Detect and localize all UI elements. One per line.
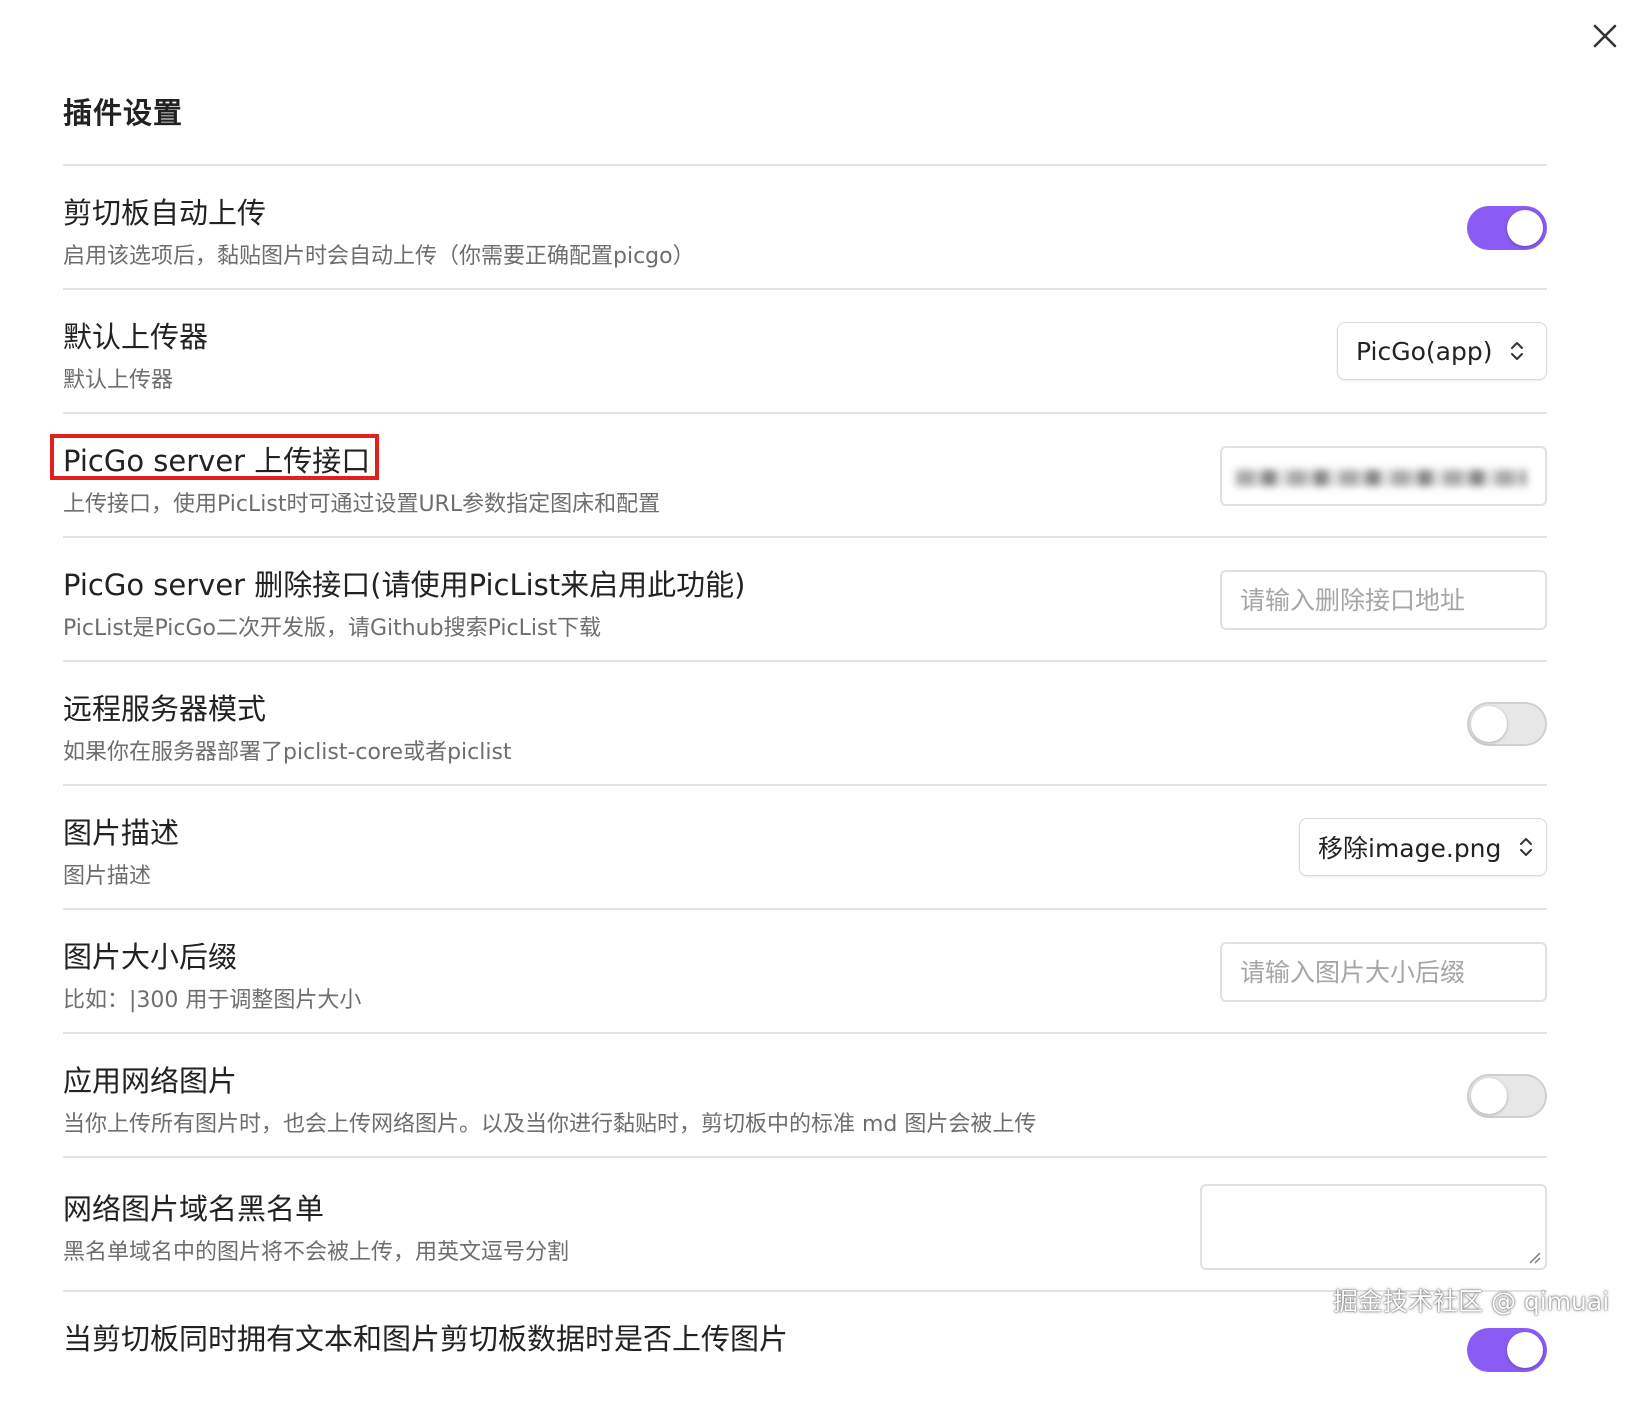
setting-description: 当你上传所有图片时，也会上传网络图片。以及当你进行黏贴时，剪切板中的标准 md … (63, 1112, 1037, 1137)
setting-name: 当剪切板同时拥有文本和图片剪切板数据时是否上传图片 (63, 1322, 789, 1356)
setting-upload-endpoint: PicGo server 上传接口 上传接口，使用PicList时可通过设置UR… (63, 412, 1547, 536)
setting-network-image-blacklist: 网络图片域名黑名单 黑名单域名中的图片将不会被上传，用英文逗号分割 (63, 1156, 1547, 1290)
setting-image-description: 图片描述 图片描述 移除image.png (63, 784, 1547, 908)
setting-clipboard-auto-upload: 剪切板自动上传 启用该选项后，黏贴图片时会自动上传（你需要正确配置picgo） (63, 164, 1547, 288)
setting-name: 图片大小后缀 (63, 940, 238, 974)
apply-network-images-toggle[interactable] (1467, 1074, 1547, 1118)
setting-description: 默认上传器 (63, 368, 174, 393)
setting-name: 默认上传器 (63, 320, 209, 354)
image-size-suffix-input[interactable] (1220, 942, 1547, 1002)
setting-name: PicGo server 上传接口 (63, 444, 371, 478)
setting-name: 图片描述 (63, 816, 180, 850)
close-button[interactable] (1587, 18, 1623, 54)
blurred-value (1236, 470, 1526, 486)
upload-endpoint-input[interactable] (1220, 446, 1547, 506)
setting-image-size-suffix: 图片大小后缀 比如：|300 用于调整图片大小 (63, 908, 1547, 1032)
setting-description: 启用该选项后，黏贴图片时会自动上传（你需要正确配置picgo） (63, 244, 695, 269)
toggle-knob (1471, 1078, 1507, 1114)
toggle-knob (1507, 1332, 1543, 1368)
setting-description: 图片描述 (63, 864, 152, 889)
default-uploader-select[interactable]: PicGo(app) (1337, 322, 1547, 380)
toggle-knob (1507, 210, 1543, 246)
setting-name: PicGo server 删除接口(请使用PicList来启用此功能) (63, 568, 746, 602)
toggle-knob (1471, 706, 1507, 742)
mixed-clipboard-upload-toggle[interactable] (1467, 1328, 1547, 1372)
select-value: 移除image.png (1318, 834, 1502, 863)
setting-apply-network-images: 应用网络图片 当你上传所有图片时，也会上传网络图片。以及当你进行黏贴时，剪切板中… (63, 1032, 1547, 1156)
setting-description: 黑名单域名中的图片将不会被上传，用英文逗号分割 (63, 1240, 570, 1265)
setting-description: 如果你在服务器部署了piclist-core或者piclist (63, 740, 512, 765)
modal-title: 插件设置 (63, 96, 184, 130)
setting-name: 应用网络图片 (63, 1064, 238, 1098)
resize-handle-icon[interactable] (1528, 1251, 1542, 1265)
select-value: PicGo(app) (1356, 336, 1493, 366)
setting-upload-image-when-mixed-clipboard: 当剪切板同时拥有文本和图片剪切板数据时是否上传图片 (63, 1290, 1547, 1414)
setting-name: 网络图片域名黑名单 (63, 1192, 325, 1226)
remote-server-mode-toggle[interactable] (1467, 702, 1547, 746)
delete-endpoint-input[interactable] (1220, 570, 1547, 630)
setting-remote-server-mode: 远程服务器模式 如果你在服务器部署了piclist-core或者piclist (63, 660, 1547, 784)
settings-list: 剪切板自动上传 启用该选项后，黏贴图片时会自动上传（你需要正确配置picgo） … (50, 164, 1547, 1414)
setting-default-uploader: 默认上传器 默认上传器 PicGo(app) (63, 288, 1547, 412)
setting-delete-endpoint: PicGo server 删除接口(请使用PicList来启用此功能) PicL… (63, 536, 1547, 660)
setting-description: 上传接口，使用PicList时可通过设置URL参数指定图床和配置 (63, 492, 661, 517)
setting-name: 远程服务器模式 (63, 692, 267, 726)
setting-name: 剪切板自动上传 (63, 196, 267, 230)
chevron-updown-icon (1510, 340, 1524, 362)
setting-description: PicList是PicGo二次开发版，请Github搜索PicList下载 (63, 616, 602, 641)
watermark: 掘金技术社区 @ qimuai (1333, 1287, 1610, 1316)
image-description-select[interactable]: 移除image.png (1299, 818, 1547, 876)
chevron-updown-icon (1519, 836, 1533, 858)
clipboard-auto-upload-toggle[interactable] (1467, 206, 1547, 250)
setting-description: 比如：|300 用于调整图片大小 (63, 988, 362, 1013)
domain-blacklist-textarea[interactable] (1200, 1184, 1547, 1270)
close-icon (1593, 24, 1617, 48)
